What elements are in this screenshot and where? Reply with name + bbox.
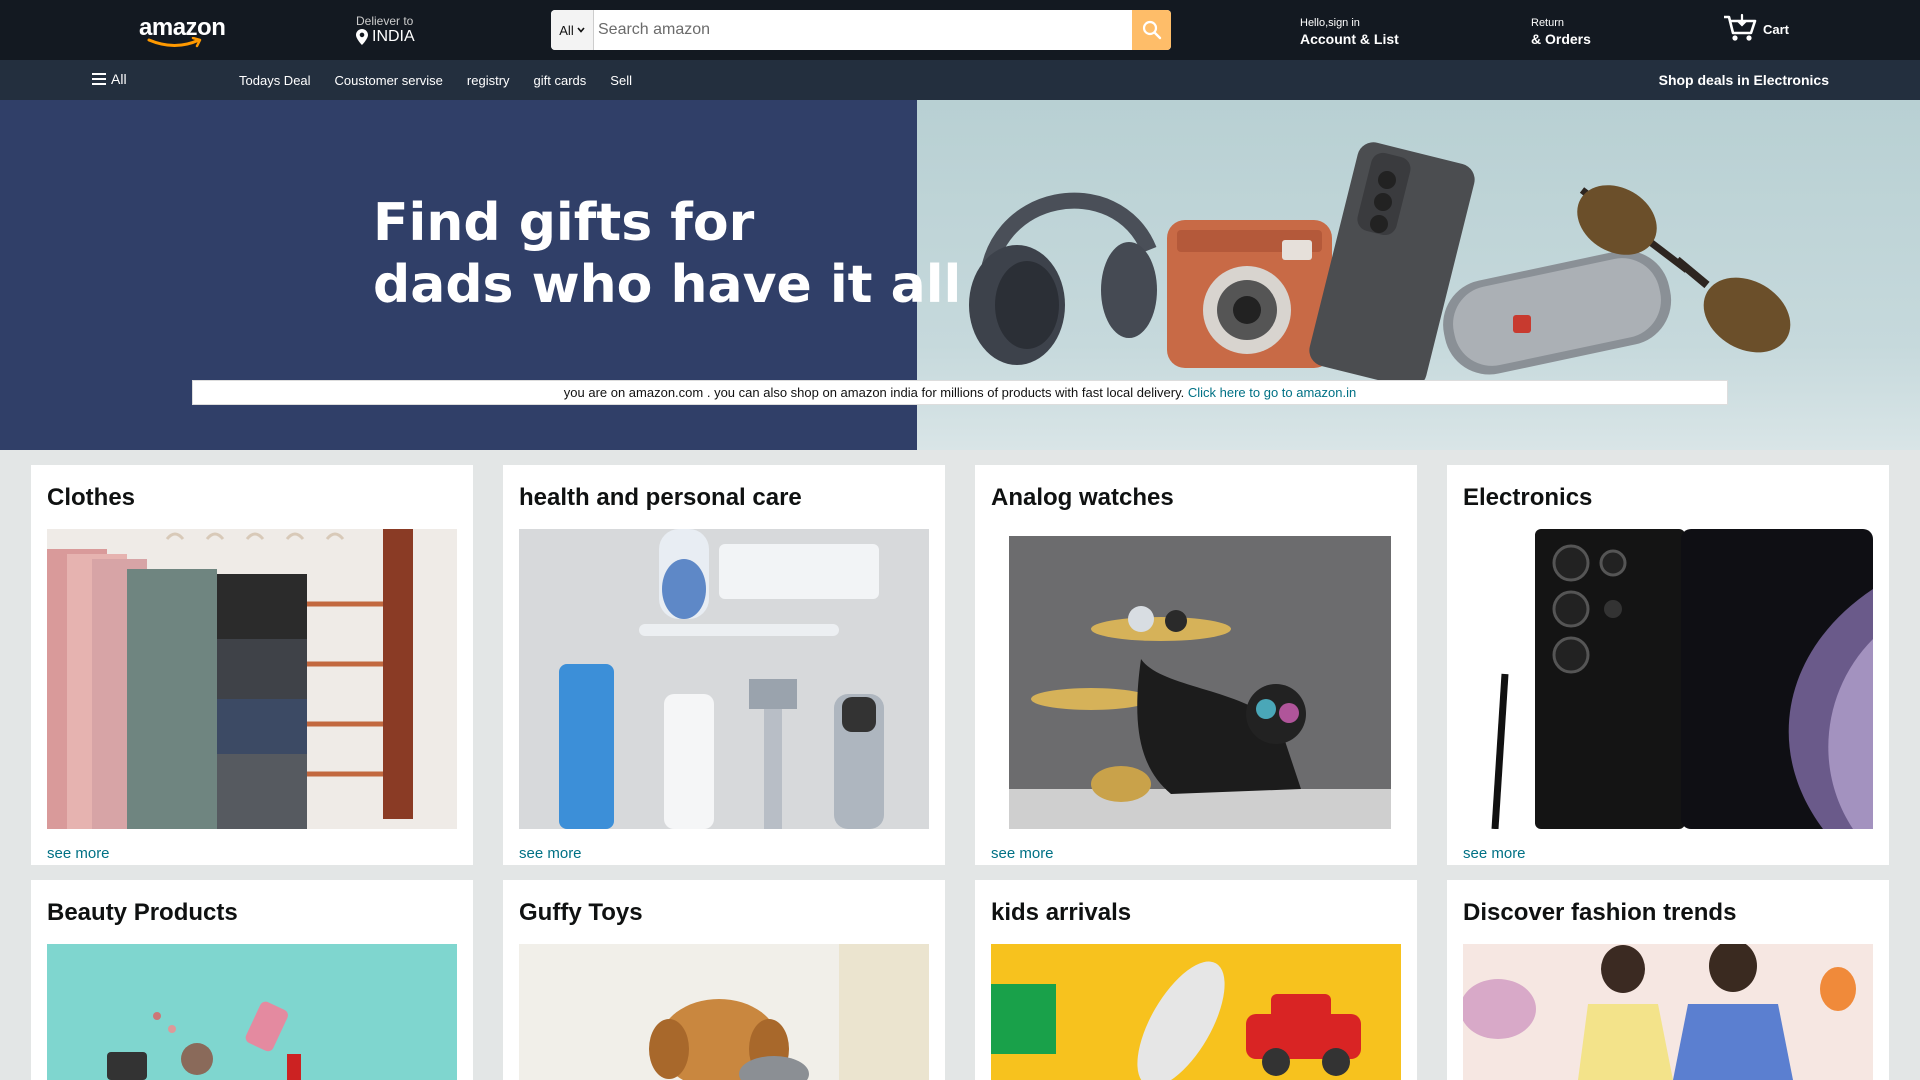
account-greeting: Hello,sign in [1300,17,1360,29]
subnav-item-sell[interactable]: Sell [610,73,632,88]
subnav-links: Todays Deal Coustomer servise registry g… [239,73,632,88]
category-card-kids-arrivals[interactable]: kids arrivals [975,880,1417,1080]
category-card-electronics[interactable]: Electronics see more [1447,465,1889,865]
analog-watches-image[interactable] [991,529,1401,829]
returns-label: Return [1531,17,1565,29]
dog-illustration [519,944,929,1080]
category-card-clothes[interactable]: Clothes see more [31,465,473,865]
deliver-to[interactable]: Deliever to INDIA [356,14,415,46]
account-label: Account & List [1300,31,1399,47]
search-button[interactable] [1132,10,1171,50]
watch-stand-illustration [991,529,1401,829]
subnav-item-todays-deal[interactable]: Todays Deal [239,73,311,88]
see-more-link[interactable]: see more [519,845,582,862]
account-lists[interactable]: Hello,sign in Account & List [1300,17,1399,48]
notice-text: you are on amazon.com . you can also sho… [563,385,1185,400]
card-title: Guffy Toys [519,899,643,926]
fashion-trends-image[interactable] [1463,944,1873,1080]
returns-orders[interactable]: Return & Orders [1531,17,1591,48]
all-menu-label: All [111,71,127,87]
hero-title-line-2: dads who have it all [373,255,962,315]
all-menu-button[interactable]: All [92,71,127,87]
beauty-illustration [47,944,457,1080]
search-icon [1142,20,1161,40]
hero-banner[interactable]: Find gifts for dads who have it all you … [0,100,1920,450]
subnav-item-registry[interactable]: registry [467,73,510,88]
search-input[interactable] [594,10,1132,50]
see-more-link[interactable]: see more [1463,845,1526,862]
search-category-label: All [559,22,574,38]
clothes-illustration [47,529,457,829]
amazon-logo[interactable]: amazon [139,16,226,48]
card-title: Clothes [47,484,136,511]
cart-button[interactable]: Cart [1723,13,1789,43]
deliver-location: INDIA [372,28,415,45]
instant-camera-illustration [1167,220,1332,368]
clothes-hanger-image[interactable] [47,529,457,829]
beauty-products-image[interactable] [47,944,457,1080]
health-illustration [519,529,929,829]
card-title: health and personal care [519,484,802,511]
cart-icon [1724,13,1757,41]
card-title: Electronics [1463,484,1593,511]
smile-arrow-icon [147,37,202,48]
search-category-select[interactable]: All [551,10,594,50]
deliver-location-row: INDIA [356,28,415,46]
phone-illustration [1463,529,1873,829]
card-title: Discover fashion trends [1463,899,1737,926]
deliver-label: Deliever to [356,14,414,28]
hero-title-line-1: Find gifts for [373,193,755,253]
see-more-link[interactable]: see more [991,845,1054,862]
subnav-item-gift-cards[interactable]: gift cards [534,73,587,88]
card-title: Analog watches [991,484,1174,511]
health-products-image[interactable] [519,529,929,829]
hamburger-icon [92,73,106,85]
sub-navbar: All Todays Deal Coustomer servise regist… [0,60,1920,100]
kids-arrivals-image[interactable] [991,944,1401,1080]
category-card-fashion-trends[interactable]: Discover fashion trends [1447,880,1889,1080]
card-title: Beauty Products [47,899,238,926]
see-more-link[interactable]: see more [47,845,110,862]
amazon-india-link[interactable]: Click here to go to amazon.in [1188,385,1356,400]
headphones-illustration [969,192,1157,365]
speaker-illustration [1443,250,1672,375]
toys-illustration [991,944,1401,1080]
category-card-health[interactable]: health and personal care see more [503,465,945,865]
guffy-toys-image[interactable] [519,944,929,1080]
hero-title: Find gifts for dads who have it all [373,192,961,316]
card-title: kids arrivals [991,899,1132,926]
top-navbar: amazon Deliever to INDIA All Hello,sig [0,0,1920,60]
category-card-beauty[interactable]: Beauty Products [31,880,473,1080]
chevron-down-icon [577,27,585,33]
electronics-phone-image[interactable] [1463,529,1873,829]
cart-label: Cart [1763,22,1790,37]
location-pin-icon [356,29,368,45]
shop-deals-electronics-link[interactable]: Shop deals in Electronics [1659,72,1829,88]
category-card-analog-watches[interactable]: Analog watches see more [975,465,1417,865]
search-bar: All [551,10,1171,50]
category-card-guffy-toys[interactable]: Guffy Toys [503,880,945,1080]
amazon-india-notice: you are on amazon.com . you can also sho… [192,380,1728,405]
fashion-models-illustration [1463,944,1873,1080]
subnav-item-customer-service[interactable]: Coustomer servise [335,73,443,88]
orders-label: & Orders [1531,31,1591,47]
